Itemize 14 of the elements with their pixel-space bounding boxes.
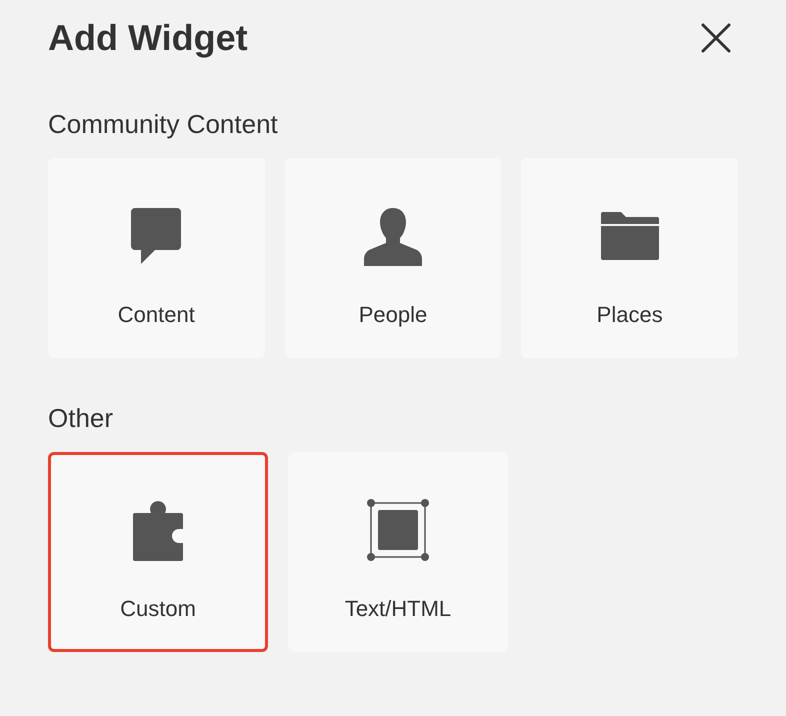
person-icon <box>363 206 423 266</box>
widget-tile[interactable]: People <box>284 158 502 358</box>
widget-tile[interactable]: Content <box>48 158 265 358</box>
puzzle-piece-icon <box>133 499 183 561</box>
speech-bubble-icon <box>131 208 182 264</box>
section-heading: Other <box>48 402 114 434</box>
resize-frame-icon <box>367 499 429 561</box>
section-heading: Community Content <box>48 108 279 140</box>
widget-tile[interactable]: Custom <box>48 452 268 652</box>
folder-icon <box>600 212 659 260</box>
close-icon[interactable] <box>700 22 732 54</box>
widget-tile[interactable]: Text/HTML <box>288 452 508 652</box>
dialog-title: Add Widget <box>48 16 248 60</box>
widget-tile[interactable]: Places <box>521 158 738 358</box>
